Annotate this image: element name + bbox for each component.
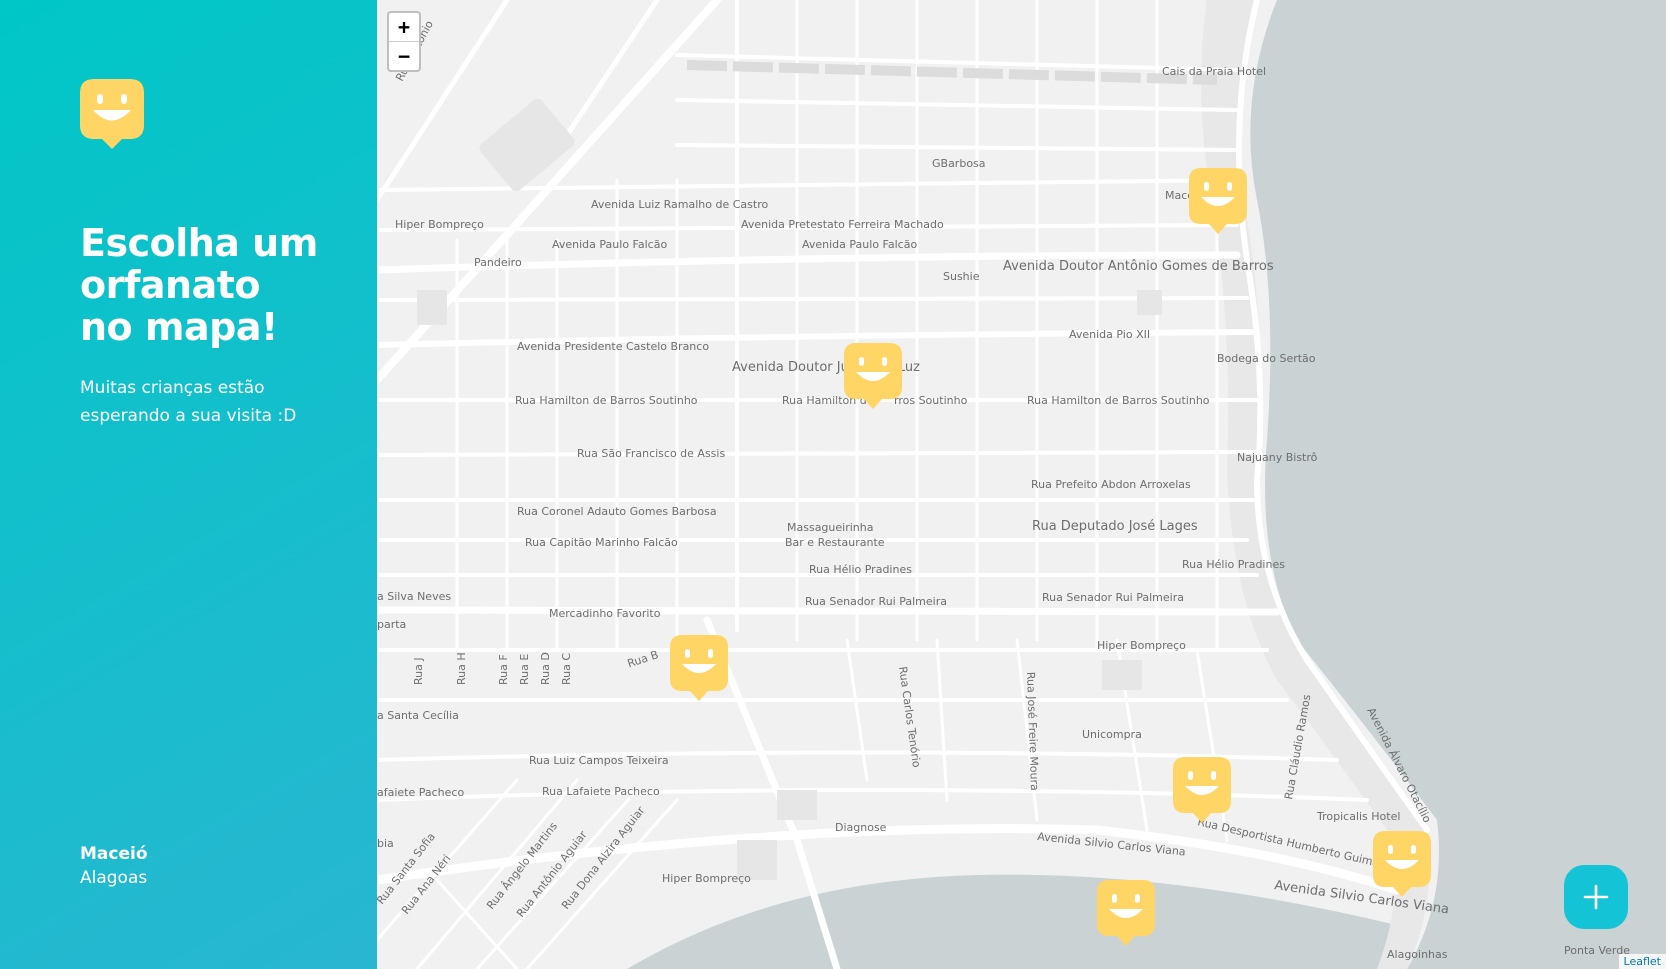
map-label: Rua Luiz Campos Teixeira bbox=[529, 754, 669, 767]
map-label: Rua São Francisco de Assis bbox=[577, 447, 725, 460]
map-label: Avenida Paulo Falcão bbox=[802, 238, 917, 251]
smiley-map-marker-icon[interactable] bbox=[844, 343, 902, 411]
sea-water bbox=[1250, 0, 1666, 969]
map-label: Rua Senador Rui Palmeira bbox=[805, 595, 947, 608]
smiley-map-marker-icon[interactable] bbox=[1373, 831, 1431, 899]
headline-line-2: orfanato bbox=[80, 263, 261, 307]
sidebar: Escolha um orfanato no mapa! Muitas cria… bbox=[0, 0, 377, 969]
map-label: Pandeiro bbox=[474, 256, 522, 269]
smiley-map-marker-icon[interactable] bbox=[1097, 880, 1155, 948]
page-title: Escolha um orfanato no mapa! bbox=[80, 222, 360, 348]
map-label: Avenida Paulo Falcão bbox=[552, 238, 667, 251]
map-label: Massagueirinha bbox=[787, 521, 873, 534]
map-label: Rua D bbox=[539, 652, 552, 685]
location-info: Maceió Alagoas bbox=[80, 842, 148, 890]
map-label: Unicompra bbox=[1082, 728, 1142, 741]
map-label: Avenida Doutor Júl bbox=[732, 360, 852, 375]
logo-smiley-marker-icon bbox=[80, 79, 144, 149]
map-label: Najuany Bistrô bbox=[1237, 451, 1318, 464]
map-label: parta bbox=[377, 618, 406, 631]
state-name: Alagoas bbox=[80, 868, 148, 888]
map-label: Rua Capitão Marinho Falcão bbox=[525, 536, 678, 549]
map-label: afaiete Pacheco bbox=[377, 786, 464, 799]
headline-line-1: Escolha um bbox=[80, 221, 318, 265]
map-label: a Santa Cecília bbox=[377, 709, 459, 722]
map-label: Mercadinho Favorito bbox=[549, 607, 661, 620]
map-label: Cais da Praia Hotel bbox=[1162, 65, 1266, 78]
map-label: Rua Senador Rui Palmeira bbox=[1042, 591, 1184, 604]
map-label: a Silva Neves bbox=[377, 590, 451, 603]
add-orphanage-button[interactable] bbox=[1564, 865, 1628, 929]
map-label: Avenida Luiz Ramalho de Castro bbox=[591, 198, 768, 211]
map-label: Bar e Restaurante bbox=[785, 536, 885, 549]
zoom-control: + − bbox=[387, 11, 421, 72]
map-label: Rua F bbox=[497, 654, 510, 685]
map-label: Alagoinhas bbox=[1387, 948, 1448, 961]
smiley-map-marker-icon[interactable] bbox=[670, 635, 728, 703]
leaflet-attribution-link[interactable]: Leaflet bbox=[1618, 954, 1666, 969]
map-label: Avenida Doutor Antônio Gomes de Barros bbox=[1003, 259, 1274, 274]
map-label: Hiper Bompreço bbox=[395, 218, 484, 231]
map-label: Rua Hamilton de Barros Soutinho bbox=[1027, 394, 1210, 407]
map-label: Rua J bbox=[412, 657, 425, 685]
map-label: Avenida Pio XII bbox=[1069, 328, 1150, 341]
plus-icon bbox=[1583, 884, 1609, 910]
map-label: Rua H bbox=[455, 652, 468, 685]
smiley-map-marker-icon[interactable] bbox=[1189, 168, 1247, 236]
map-label: Avenida Presidente Castelo Branco bbox=[517, 340, 709, 353]
smiley-map-marker-icon[interactable] bbox=[1173, 757, 1231, 825]
map-label: Rua Lafaiete Pacheco bbox=[542, 785, 660, 798]
zoom-out-button[interactable]: − bbox=[389, 41, 419, 70]
map-label: bia bbox=[377, 837, 394, 850]
city-name: Maceió bbox=[80, 844, 148, 864]
map-label: Bodega do Sertão bbox=[1217, 352, 1316, 365]
map-label: Sushie bbox=[943, 270, 980, 283]
map-label: rros Soutinho bbox=[894, 394, 968, 407]
map[interactable]: Cais da Praia Hotel GBarbosa Maceió Aven… bbox=[377, 0, 1666, 969]
map-label: Rua C bbox=[560, 653, 573, 685]
map-label: Rua E bbox=[518, 654, 531, 685]
map-label: GBarbosa bbox=[932, 157, 986, 170]
map-label: Rua Hamilton de Barros Soutinho bbox=[515, 394, 698, 407]
map-label: Rua José Freire Moura bbox=[1024, 672, 1041, 791]
map-label: Diagnose bbox=[835, 821, 887, 834]
subtitle: Muitas crianças estão esperando a sua vi… bbox=[80, 378, 297, 426]
map-label: Rua Coronel Adauto Gomes Barbosa bbox=[517, 505, 717, 518]
map-label: Rua Deputado José Lages bbox=[1032, 519, 1198, 534]
headline-line-3: no mapa! bbox=[80, 305, 278, 349]
map-label: Tropicalis Hotel bbox=[1316, 810, 1400, 823]
map-label: Rua Prefeito Abdon Arroxelas bbox=[1031, 478, 1191, 491]
map-label: Rua Cláudio Ramos bbox=[1282, 693, 1313, 800]
zoom-in-button[interactable]: + bbox=[389, 13, 419, 41]
map-label: Hiper Bompreço bbox=[1097, 639, 1186, 652]
map-label: Rua Hélio Pradines bbox=[809, 563, 912, 576]
map-label: Hiper Bompreço bbox=[662, 872, 751, 885]
map-tiles[interactable]: Cais da Praia Hotel GBarbosa Maceió Aven… bbox=[377, 0, 1666, 969]
map-label: Avenida Pretestato Ferreira Machado bbox=[741, 218, 944, 231]
map-label: Rua Hélio Pradines bbox=[1182, 558, 1285, 571]
